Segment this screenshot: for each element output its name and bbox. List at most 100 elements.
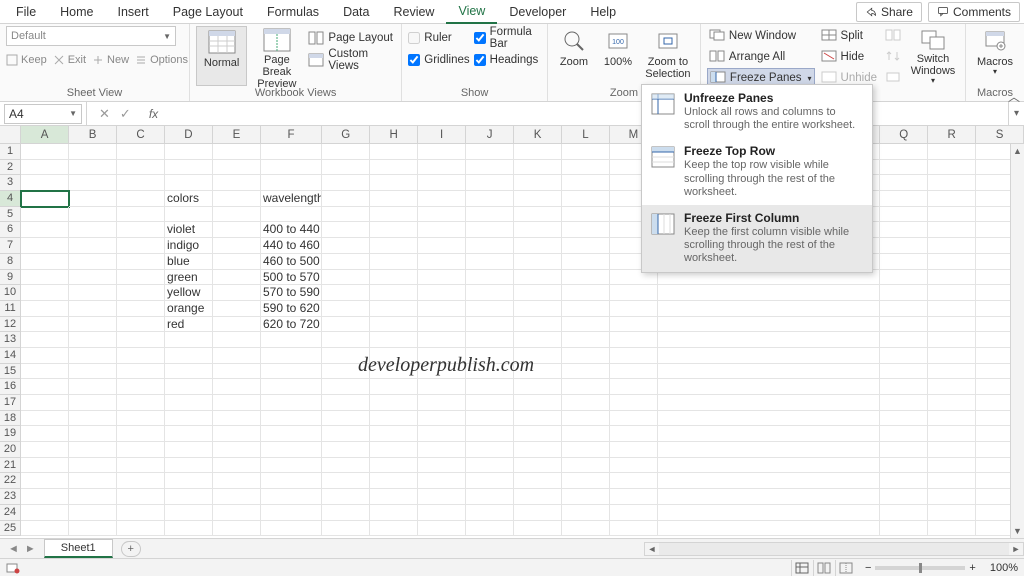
cell[interactable] bbox=[261, 521, 322, 537]
cell[interactable] bbox=[322, 348, 370, 364]
cell[interactable] bbox=[117, 301, 165, 317]
cell[interactable] bbox=[928, 160, 976, 176]
cell[interactable] bbox=[21, 348, 69, 364]
row-header[interactable]: 6 bbox=[0, 222, 21, 238]
cell[interactable] bbox=[880, 144, 928, 160]
cell[interactable] bbox=[213, 222, 261, 238]
cell[interactable] bbox=[370, 395, 418, 411]
cell[interactable] bbox=[610, 458, 658, 474]
cell[interactable] bbox=[562, 458, 610, 474]
split-button[interactable]: Split bbox=[819, 26, 879, 46]
cell[interactable] bbox=[322, 489, 370, 505]
tab-insert[interactable]: Insert bbox=[106, 1, 161, 23]
cell[interactable] bbox=[213, 395, 261, 411]
cell[interactable] bbox=[213, 489, 261, 505]
cell[interactable]: 440 to 460 bbox=[261, 238, 322, 254]
cell[interactable] bbox=[69, 175, 117, 191]
cell[interactable] bbox=[514, 458, 562, 474]
sheet-view-new[interactable]: New bbox=[92, 54, 129, 66]
cell[interactable] bbox=[610, 489, 658, 505]
cell[interactable] bbox=[69, 411, 117, 427]
formula-bar-checkbox[interactable]: Formula Bar bbox=[474, 28, 541, 48]
cell[interactable] bbox=[370, 160, 418, 176]
cell[interactable] bbox=[880, 458, 928, 474]
cell[interactable] bbox=[261, 348, 322, 364]
cell[interactable] bbox=[880, 332, 928, 348]
select-all-corner[interactable] bbox=[0, 126, 21, 143]
cell[interactable] bbox=[466, 238, 514, 254]
cell[interactable] bbox=[418, 301, 466, 317]
cell[interactable] bbox=[562, 348, 610, 364]
cell[interactable] bbox=[117, 207, 165, 223]
cell[interactable] bbox=[69, 207, 117, 223]
cell[interactable] bbox=[213, 505, 261, 521]
row-header[interactable]: 12 bbox=[0, 317, 21, 333]
collapse-ribbon-button[interactable]: ︿ bbox=[1008, 88, 1020, 105]
cell[interactable] bbox=[928, 222, 976, 238]
cell[interactable] bbox=[69, 285, 117, 301]
cell[interactable] bbox=[322, 222, 370, 238]
share-button[interactable]: Share bbox=[856, 2, 922, 22]
cell[interactable] bbox=[213, 175, 261, 191]
cell[interactable] bbox=[69, 489, 117, 505]
cell[interactable] bbox=[213, 270, 261, 286]
cell[interactable] bbox=[514, 332, 562, 348]
row-header[interactable]: 2 bbox=[0, 160, 21, 176]
cell[interactable] bbox=[261, 144, 322, 160]
cell[interactable] bbox=[322, 473, 370, 489]
cell[interactable] bbox=[928, 285, 976, 301]
cell[interactable] bbox=[514, 191, 562, 207]
cell[interactable] bbox=[514, 175, 562, 191]
comments-button[interactable]: Comments bbox=[928, 2, 1020, 22]
cell[interactable] bbox=[370, 458, 418, 474]
cell[interactable] bbox=[322, 332, 370, 348]
cell[interactable] bbox=[418, 411, 466, 427]
row-header[interactable]: 21 bbox=[0, 458, 21, 474]
cell[interactable] bbox=[466, 473, 514, 489]
expand-formula-bar[interactable]: ▾ bbox=[1008, 102, 1024, 125]
cell[interactable] bbox=[418, 348, 466, 364]
cell[interactable] bbox=[466, 442, 514, 458]
cell[interactable] bbox=[21, 442, 69, 458]
cell[interactable] bbox=[928, 489, 976, 505]
row-header[interactable]: 7 bbox=[0, 238, 21, 254]
cell[interactable] bbox=[370, 144, 418, 160]
cell[interactable] bbox=[322, 411, 370, 427]
col-header-F[interactable]: F bbox=[261, 126, 322, 143]
vertical-scrollbar[interactable]: ▲ ▼ bbox=[1010, 144, 1024, 538]
cell[interactable] bbox=[261, 207, 322, 223]
freeze-first-column-item[interactable]: Freeze First ColumnKeep the first column… bbox=[642, 205, 872, 272]
cell[interactable] bbox=[213, 207, 261, 223]
cell[interactable] bbox=[610, 395, 658, 411]
cell[interactable] bbox=[514, 222, 562, 238]
cell[interactable] bbox=[322, 238, 370, 254]
row-header[interactable]: 4 bbox=[0, 191, 21, 207]
cell[interactable] bbox=[610, 332, 658, 348]
cell[interactable] bbox=[117, 489, 165, 505]
cell[interactable] bbox=[418, 379, 466, 395]
cell[interactable] bbox=[880, 270, 928, 286]
row-header[interactable]: 8 bbox=[0, 254, 21, 270]
col-header-E[interactable]: E bbox=[213, 126, 261, 143]
col-header-L[interactable]: L bbox=[562, 126, 610, 143]
cell[interactable] bbox=[21, 301, 69, 317]
cell[interactable] bbox=[418, 426, 466, 442]
cell[interactable] bbox=[322, 175, 370, 191]
cell[interactable] bbox=[880, 364, 928, 380]
cell[interactable] bbox=[928, 458, 976, 474]
cell[interactable] bbox=[466, 207, 514, 223]
cell[interactable] bbox=[880, 521, 928, 537]
cell[interactable]: 400 to 440 bbox=[261, 222, 322, 238]
cell[interactable] bbox=[562, 521, 610, 537]
cell[interactable] bbox=[117, 505, 165, 521]
cell[interactable] bbox=[928, 254, 976, 270]
cell[interactable] bbox=[880, 191, 928, 207]
scroll-left-icon[interactable]: ◄ bbox=[645, 544, 659, 554]
cell[interactable] bbox=[562, 175, 610, 191]
cell[interactable] bbox=[370, 521, 418, 537]
cell[interactable] bbox=[928, 521, 976, 537]
cell[interactable] bbox=[610, 473, 658, 489]
cell[interactable] bbox=[514, 348, 562, 364]
row-header[interactable]: 5 bbox=[0, 207, 21, 223]
cell[interactable] bbox=[261, 489, 322, 505]
